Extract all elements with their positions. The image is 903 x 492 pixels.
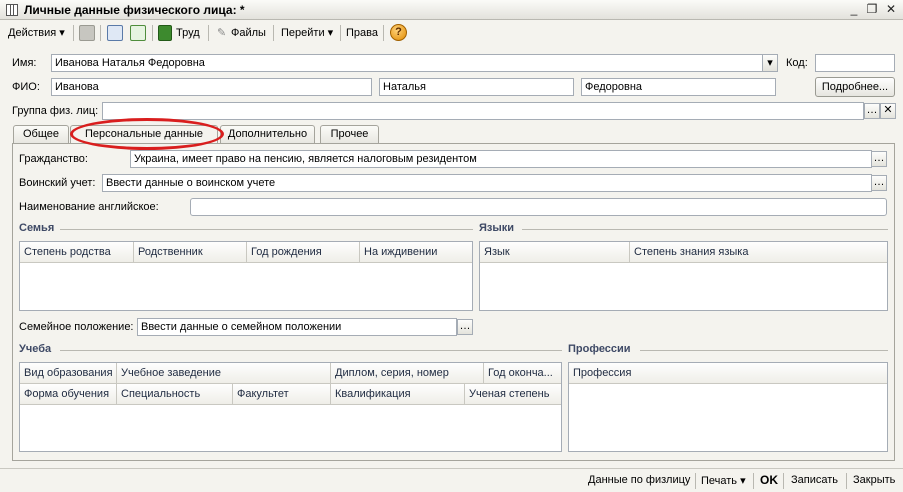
group-clear-button[interactable]: ✕ [880, 103, 896, 119]
toolbar-separator [73, 25, 74, 41]
column-header[interactable]: На иждивении [360, 242, 472, 263]
group-label: Группа физ. лиц: [12, 105, 99, 117]
toolbar-separator [383, 25, 384, 41]
patronymic-input[interactable]: Федоровна [581, 78, 776, 96]
copy-document-icon[interactable] [130, 25, 146, 41]
languages-table[interactable]: Язык Степень знания языка [479, 241, 888, 311]
tab-other[interactable]: Прочее [320, 125, 379, 143]
column-header[interactable]: Степень родства [20, 242, 134, 263]
tab-general[interactable]: Общее [13, 125, 69, 143]
window-title: Личные данные физического лица: * [24, 3, 245, 17]
column-header[interactable]: Родственник [134, 242, 247, 263]
column-header[interactable]: Диплом, серия, номер [331, 363, 484, 384]
statusbar-separator [753, 473, 754, 489]
files-button[interactable]: Файлы [228, 25, 269, 42]
column-header[interactable]: Ученая степень [465, 384, 561, 405]
statusbar-separator [846, 473, 847, 489]
column-header[interactable]: Специальность [117, 384, 233, 405]
window-titlebar: Личные данные физического лица: * _ ❐ ✕ [0, 0, 903, 20]
last-name-input[interactable]: Иванова [51, 78, 372, 96]
refresh-icon[interactable] [107, 25, 123, 41]
professions-section-title: Профессии [568, 343, 631, 355]
toolbar-separator [152, 25, 153, 41]
marital-select-button[interactable]: … [457, 319, 473, 335]
family-table-header: Степень родства Родственник Год рождения… [20, 242, 472, 263]
family-divider [60, 229, 473, 230]
citizenship-input[interactable]: Украина, имеет право на пенсию, является… [130, 150, 872, 168]
military-label: Воинский учет: [19, 177, 96, 189]
professions-table[interactable]: Профессия [568, 362, 888, 452]
professions-table-header: Профессия [569, 363, 887, 384]
marital-label: Семейное положение: [19, 321, 134, 333]
column-header[interactable]: Квалификация [331, 384, 465, 405]
education-divider [60, 350, 562, 351]
education-table[interactable]: Вид образования Учебное заведение Диплом… [19, 362, 562, 452]
languages-table-header: Язык Степень знания языка [480, 242, 887, 263]
professions-divider [640, 350, 888, 351]
military-select-button[interactable]: … [871, 175, 887, 191]
individual-data-button[interactable]: Данные по физлицу [588, 474, 690, 486]
toolbar-separator [273, 25, 274, 41]
toolbar-separator [340, 25, 341, 41]
column-header[interactable]: Факультет [233, 384, 331, 405]
goto-menu-button[interactable]: Перейти ▾ [278, 25, 336, 42]
education-table-header-row1: Вид образования Учебное заведение Диплом… [20, 363, 561, 384]
marital-input[interactable]: Ввести данные о семейном положении [137, 318, 457, 336]
group-select-button[interactable]: … [864, 103, 880, 119]
toolbar: Действия ▾ Труд ✎ Файлы Перейти ▾ Права … [0, 21, 903, 45]
education-table-header-row2: Форма обучения Специальность Факультет К… [20, 384, 561, 405]
more-details-button[interactable]: Подробнее... [815, 77, 895, 97]
save-disabled-icon[interactable] [79, 25, 95, 41]
paperclip-icon: ✎ [217, 27, 227, 39]
statusbar-separator [783, 473, 784, 489]
column-header[interactable]: Степень знания языка [630, 242, 887, 263]
minimize-button[interactable]: _ [846, 2, 862, 17]
name-label: Имя: [12, 57, 37, 69]
labor-icon [158, 25, 172, 41]
rights-button[interactable]: Права [343, 25, 381, 42]
education-section-title: Учеба [19, 343, 52, 355]
labor-button[interactable]: Труд [173, 25, 203, 42]
citizenship-select-button[interactable]: … [871, 151, 887, 167]
family-table[interactable]: Степень родства Родственник Год рождения… [19, 241, 473, 311]
english-name-label: Наименование английское: [19, 201, 159, 213]
toolbar-separator [208, 25, 209, 41]
tab-additional[interactable]: Дополнительно [220, 125, 315, 143]
toolbar-separator [100, 25, 101, 41]
statusbar-separator [695, 473, 696, 489]
column-header[interactable]: Форма обучения [20, 384, 117, 405]
languages-section-title: Языки [479, 222, 515, 234]
restore-button[interactable]: ❐ [864, 2, 880, 17]
code-label: Код: [786, 57, 808, 69]
column-header[interactable]: Вид образования [20, 363, 117, 384]
print-menu-button[interactable]: Печать ▾ [701, 474, 746, 487]
actions-menu-button[interactable]: Действия ▾ [5, 25, 68, 42]
bottom-command-bar: Данные по физлицу Печать ▾ OK Записать З… [0, 468, 903, 492]
close-window-button[interactable]: ✕ [883, 2, 899, 17]
family-section-title: Семья [19, 222, 55, 234]
column-header[interactable]: Год рождения [247, 242, 360, 263]
name-input[interactable]: Иванова Наталья Федоровна [51, 54, 763, 72]
citizenship-label: Гражданство: [19, 153, 88, 165]
code-input[interactable] [815, 54, 895, 72]
column-header[interactable]: Язык [480, 242, 630, 263]
fio-label: ФИО: [12, 81, 40, 93]
help-icon[interactable]: ? [390, 24, 407, 41]
group-input[interactable] [102, 102, 864, 120]
languages-divider [522, 229, 888, 230]
ok-button[interactable]: OK [760, 473, 778, 487]
first-name-input[interactable]: Наталья [379, 78, 574, 96]
close-button[interactable]: Закрыть [853, 474, 895, 486]
english-name-input[interactable] [190, 198, 887, 216]
save-button[interactable]: Записать [791, 474, 838, 486]
form-icon [6, 4, 18, 16]
name-dropdown-button[interactable]: ▾ [762, 54, 778, 72]
column-header[interactable]: Профессия [569, 363, 887, 384]
column-header[interactable]: Учебное заведение [117, 363, 331, 384]
column-header[interactable]: Год оконча... [484, 363, 561, 384]
highlight-ring [70, 118, 224, 150]
military-input[interactable]: Ввести данные о воинском учете [102, 174, 872, 192]
